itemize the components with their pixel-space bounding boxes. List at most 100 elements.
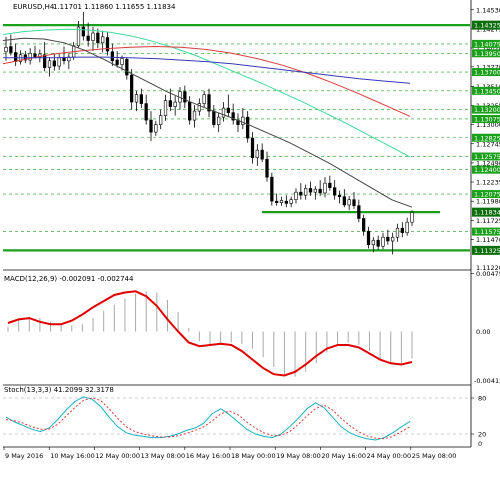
macd-tick-label: 0.00	[476, 328, 490, 336]
green-level-label: 1.12400	[474, 166, 500, 174]
candle-body	[115, 59, 119, 65]
candle-body	[226, 107, 230, 113]
green-level-label: 1.12575	[474, 153, 500, 161]
chart-background	[0, 0, 500, 488]
candle-body	[400, 227, 404, 234]
green-level-label: 1.13200	[474, 106, 500, 114]
stoch-tick-label: 80	[478, 395, 486, 403]
candle-body	[86, 35, 90, 41]
candle-body	[57, 57, 61, 67]
green-level-label: 1.12825	[474, 134, 500, 142]
candle-body	[125, 59, 129, 76]
candle-body	[130, 74, 134, 103]
candle-body	[284, 200, 288, 204]
candle-body	[14, 52, 18, 62]
candle-body	[304, 188, 308, 196]
macd-bottom-label: -0.004127	[474, 377, 500, 385]
candle-body	[342, 196, 346, 206]
time-tick-label: 19 May 08:00	[276, 452, 321, 460]
candle-body	[299, 191, 303, 196]
green-level-label: 1.14075	[474, 40, 500, 48]
candle-body	[149, 119, 153, 133]
stoch-bottom-label: 0	[478, 440, 482, 448]
candle-body	[318, 188, 322, 194]
green-level-label: 1.12075	[474, 191, 500, 199]
candle-body	[192, 110, 197, 121]
candle-body	[212, 110, 216, 125]
time-tick-label: 18 May 00:00	[231, 452, 276, 460]
stoch-tick-label: 20	[478, 431, 486, 439]
green-level-label: 1.13075	[474, 115, 500, 123]
main-chart-title: EURUSD,H4	[13, 3, 55, 11]
green-level-label: 1.13450	[474, 87, 500, 95]
green-level-label: 1.13700	[474, 69, 500, 77]
candle-body	[168, 100, 172, 107]
candle-body	[333, 187, 337, 196]
candle-body	[33, 53, 37, 58]
candle-body	[255, 149, 259, 158]
price-tick-label: 1.12235	[476, 179, 500, 187]
candle-body	[289, 199, 293, 204]
candle-body	[308, 188, 313, 193]
candle-body	[371, 239, 375, 246]
candle-body	[221, 107, 226, 118]
candle-body	[62, 57, 66, 62]
candle-body	[101, 36, 105, 44]
time-tick-label: 24 May 00:00	[367, 452, 412, 460]
candle-body	[323, 182, 327, 194]
price-tick-label: 1.11980	[476, 198, 500, 206]
green-level-label: 1.11575	[474, 228, 500, 236]
candle-body	[202, 94, 206, 104]
candle-body	[173, 101, 177, 107]
price-tick-label: 1.14530	[476, 6, 500, 14]
candle-body	[43, 54, 47, 68]
candle-body	[265, 158, 269, 178]
level-price-label: 1.11834	[474, 209, 500, 217]
price-tick-label: 1.11470	[476, 236, 500, 244]
candle-body	[159, 115, 163, 125]
candle-body	[28, 52, 32, 61]
chart-svg: EURUSD,H4 1.11701 1.11860 1.11655 1.1183…	[0, 0, 500, 488]
candle-body	[328, 182, 332, 188]
candle-body	[163, 100, 168, 116]
candle-body	[410, 212, 414, 223]
candle-body	[110, 51, 114, 62]
candle-body	[47, 60, 52, 68]
candle-body	[279, 200, 284, 203]
candle-body	[357, 205, 361, 219]
candle-body	[362, 218, 366, 232]
main-chart-ohlc: 1.11701 1.11860 1.11655 1.11834	[53, 3, 176, 11]
macd-title: MACD(12,26,9) -0.002091 -0.002744	[4, 275, 134, 283]
candle-body	[4, 46, 8, 53]
stoch-title: Stoch(13,3,3) 41.2099 32.3178	[4, 386, 114, 394]
level-price-label: 1.11325	[474, 247, 500, 255]
candle-body	[139, 94, 143, 104]
candle-body	[381, 236, 385, 247]
candle-body	[337, 194, 342, 197]
candle-body	[386, 236, 390, 242]
candle-body	[366, 230, 371, 246]
candle-body	[91, 32, 95, 41]
candle-body	[347, 199, 351, 206]
macd-tick-label: 0.00475	[476, 270, 500, 278]
candle-body	[134, 94, 139, 103]
time-tick-label: 13 May 08:00	[141, 452, 186, 460]
green-level-label: 1.13950	[474, 50, 500, 58]
candle-body	[352, 199, 356, 206]
candle-body	[241, 116, 245, 125]
candle-body	[270, 176, 274, 202]
time-tick-label: 25 May 08:00	[412, 452, 457, 460]
chart-container: EURUSD,H4 1.11701 1.11860 1.11655 1.1183…	[0, 0, 500, 488]
candle-body	[96, 32, 100, 44]
time-tick-label: 12 May 00:00	[95, 452, 140, 460]
candle-body	[188, 101, 192, 121]
candle-body	[260, 149, 264, 160]
candle-body	[294, 191, 298, 200]
level-price-label: 1.14325	[474, 22, 500, 30]
candle-body	[217, 116, 221, 125]
time-tick-label: 10 May 16:00	[50, 452, 95, 460]
candle-body	[154, 124, 158, 133]
candle-body	[52, 60, 56, 67]
candle-body	[405, 221, 409, 234]
time-tick-label: 9 May 2016	[5, 452, 43, 460]
